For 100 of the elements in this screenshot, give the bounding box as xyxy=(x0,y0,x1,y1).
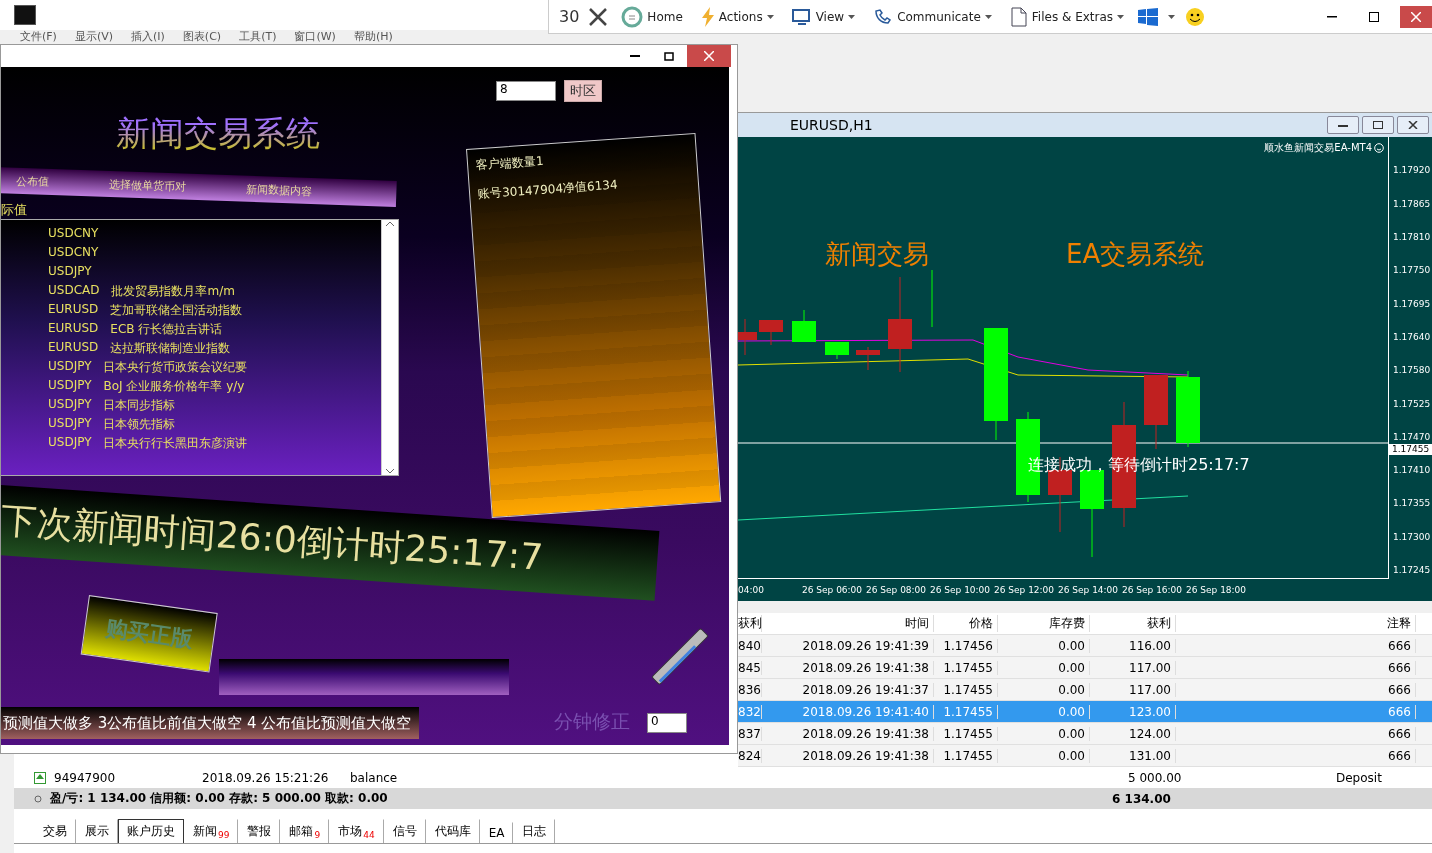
table-cell: 2018.09.26 19:41:38 xyxy=(762,748,934,763)
summary-text: 盈/亏: 1 134.00 信用额: 0.00 存款: 5 000.00 取款: 0.00 xyxy=(50,790,389,807)
column-header[interactable]: 获利 xyxy=(1090,615,1176,632)
comment-text: Deposit xyxy=(1336,770,1382,785)
price-tick: 1.17245 xyxy=(1392,564,1432,577)
time-tick: 26 Sep 18:00 xyxy=(1186,584,1248,596)
maximize-icon xyxy=(664,51,674,61)
menu-item[interactable]: 窗口(W) xyxy=(294,31,336,45)
menu-item[interactable]: 文件(F) xyxy=(20,31,57,45)
table-cell: 1.17455 xyxy=(934,748,998,763)
smiley-icon xyxy=(1374,143,1384,154)
news-row[interactable]: USDJPY xyxy=(1,264,381,282)
restore-button[interactable] xyxy=(1362,116,1394,135)
timezone-field[interactable]: 8 xyxy=(496,81,556,101)
tab[interactable]: 代码库 xyxy=(425,819,480,843)
price-tick: 1.17470 xyxy=(1392,430,1432,444)
minimize-button[interactable] xyxy=(1327,116,1359,135)
table-cell: 131.00 xyxy=(1090,748,1176,763)
maximize-icon xyxy=(1369,11,1379,22)
menu-item[interactable]: 帮助(H) xyxy=(353,31,393,45)
news-row[interactable]: EURUSD 芝加哥联储全国活动指数 xyxy=(1,302,381,320)
price-tick: 1.17865 xyxy=(1392,197,1432,211)
table-cell: 666 xyxy=(1176,660,1416,675)
table-row[interactable]: 836 2018.09.26 19:41:37 1.17455 0.00 117.00 666 xyxy=(738,679,1432,701)
table-row[interactable]: 840 2018.09.26 19:41:39 1.17456 0.00 116.00 666 xyxy=(738,635,1432,657)
tab[interactable]: 警报 xyxy=(238,819,281,843)
close-button[interactable] xyxy=(1397,116,1429,135)
column-label: 际值 xyxy=(1,202,27,217)
candle xyxy=(825,341,849,360)
menu-item[interactable]: 工具(T) xyxy=(239,31,277,45)
table-cell: 0.00 xyxy=(998,748,1090,763)
document-icon xyxy=(1009,6,1028,27)
header-label: 公布值 xyxy=(16,173,50,190)
price-tick: 1.17410 xyxy=(1392,464,1432,478)
news-row[interactable]: USDJPY 日本领先指标 xyxy=(1,416,381,434)
news-row[interactable]: USDCAD 批发贸易指数月率m/m xyxy=(1,283,381,301)
chevron-down-icon[interactable] xyxy=(385,467,395,475)
tab[interactable]: EA xyxy=(479,822,514,843)
minute-label: 分钟修正 xyxy=(554,710,630,732)
windows-logo-icon[interactable] xyxy=(1138,7,1159,26)
news-row[interactable]: USDJPY 日本央行货币政策会议纪要 xyxy=(1,359,381,377)
header-label: 新闻数据内容 xyxy=(246,181,313,199)
toolbar-button[interactable]: Actions xyxy=(696,4,778,29)
close-icon[interactable] xyxy=(589,7,608,26)
column-header[interactable]: 时间 xyxy=(762,615,934,632)
table-cell: 1.17455 xyxy=(934,726,998,741)
table-row[interactable]: 837 2018.09.26 19:41:38 1.17455 0.00 124.00 666 xyxy=(738,723,1432,745)
type-text: balance xyxy=(350,770,399,785)
news-row[interactable]: USDJPY 日本央行行长黑田东彦演讲 xyxy=(1,435,381,453)
caret-icon xyxy=(1168,14,1176,19)
tab[interactable]: 交易 xyxy=(34,819,76,843)
news-row[interactable]: USDJPY 日本同步指标 xyxy=(1,397,381,415)
chevron-up-icon[interactable] xyxy=(385,220,395,228)
table-cell: 124.00 xyxy=(1090,726,1176,741)
table-cell: 0.00 xyxy=(998,638,1090,653)
scrollbar[interactable] xyxy=(381,220,398,475)
news-row[interactable]: USDCNY xyxy=(1,245,381,263)
minute-field[interactable]: 0 xyxy=(647,713,687,733)
close-button[interactable] xyxy=(1400,5,1432,28)
column-header[interactable]: 库存费 xyxy=(998,615,1090,632)
table-cell: 666 xyxy=(1176,748,1416,763)
tab[interactable]: 日志 xyxy=(513,819,556,843)
menu-item[interactable]: 插入(I) xyxy=(131,31,165,45)
column-header[interactable]: 注释 xyxy=(1176,615,1416,632)
total-text: 6 134.00 xyxy=(1112,791,1171,806)
minimize-icon xyxy=(1327,15,1337,18)
tab[interactable]: 信号 xyxy=(383,819,426,843)
news-row[interactable]: USDCNY xyxy=(1,226,381,244)
smiley-icon[interactable] xyxy=(1185,6,1206,27)
ticket-text: 94947900 xyxy=(54,770,117,785)
news-list[interactable]: USDCNY USDCNY USDJPY USDCAD 批发贸易指数月率m/m EURUSD 芝加哥联储全国活动指数 EURUSD ECB 行长德拉吉讲话 EURUSD 达拉斯联储制造业指数 USDJPY 日本央行货币政策会议纪要 USDJPY BoJ 企业服务价格年率 y/y USDJPY 日本同步指标 USDJPY 日本领先指标 USDJPY 日本央行行长黑田东彦演讲 xyxy=(1,219,399,476)
price-tick: 1.17750 xyxy=(1392,264,1432,278)
table-cell: 666 xyxy=(1176,682,1416,697)
news-row[interactable]: EURUSD ECB 行长德拉吉讲话 xyxy=(1,321,381,339)
app-icon[interactable] xyxy=(14,5,36,25)
timezone-button[interactable]: 时区 xyxy=(564,80,602,102)
toolbar-button[interactable]: Communicate xyxy=(869,5,996,28)
menu-item[interactable]: 显示(V) xyxy=(74,31,114,45)
toolbar-button[interactable]: Home xyxy=(617,3,687,30)
menu-item[interactable]: 图表(C) xyxy=(182,31,222,45)
minimize-icon xyxy=(630,55,640,57)
table-row[interactable]: 824 2018.09.26 19:41:38 1.17455 0.00 131.00 666 xyxy=(738,745,1432,767)
candle xyxy=(738,318,757,356)
table-row[interactable]: 845 2018.09.26 19:41:38 1.17455 0.00 117.00 666 xyxy=(738,657,1432,679)
price-tick: 1.17300 xyxy=(1392,530,1432,544)
restore-icon xyxy=(1373,121,1383,130)
table-cell: 666 xyxy=(1176,638,1416,653)
news-row[interactable]: USDJPY BoJ 企业服务价格年率 y/y xyxy=(1,378,381,396)
time-tick: 26 Sep 10:00 xyxy=(930,584,992,596)
table-cell: 0.00 xyxy=(998,682,1090,697)
price-tick: 1.17525 xyxy=(1392,397,1432,411)
table-cell: 0.00 xyxy=(998,726,1090,741)
home-icon xyxy=(621,5,644,28)
toolbar-button[interactable]: Files & Extras xyxy=(1005,4,1129,29)
toolbar-button[interactable]: View xyxy=(787,5,860,28)
column-header[interactable]: 价格 xyxy=(934,615,998,632)
table-cell: 2018.09.26 19:41:40 xyxy=(762,704,934,719)
tab[interactable]: 账户历史 xyxy=(118,819,184,843)
monitor-icon xyxy=(791,7,812,26)
news-row[interactable]: EURUSD 达拉斯联储制造业指数 xyxy=(1,340,381,358)
